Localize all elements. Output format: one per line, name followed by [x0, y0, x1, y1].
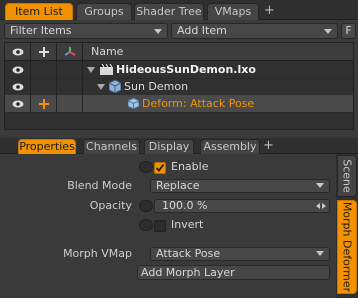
- morph-vmap-label: Morph VMap: [63, 247, 132, 260]
- list-item-label: HideousSunDemon.lxo: [116, 63, 256, 76]
- lock-toggle[interactable]: [31, 78, 57, 95]
- expand-arrow-icon[interactable]: [97, 84, 105, 90]
- invert-label: Invert: [171, 218, 204, 231]
- axes-column[interactable]: [57, 43, 83, 60]
- list-row[interactable]: Deform: Attack Pose: [5, 95, 353, 113]
- chevron-down-icon: [316, 183, 324, 188]
- morph-vmap-dropdown[interactable]: Attack Pose: [150, 247, 330, 261]
- add-item-label: Add Item: [177, 24, 227, 37]
- axes-cell: [57, 95, 83, 112]
- tab-display[interactable]: Display: [144, 139, 194, 154]
- list-item-label: Sun Demon: [124, 80, 189, 93]
- blend-mode-value: Replace: [156, 179, 200, 192]
- list-item-label: Deform: Attack Pose: [142, 97, 255, 110]
- filter-items-label: Filter Items: [10, 24, 72, 37]
- add-tab-button[interactable]: +: [263, 138, 274, 153]
- opacity-label: Opacity: [89, 199, 132, 212]
- tab-groups[interactable]: Groups: [76, 3, 132, 20]
- eye-icon: [12, 48, 23, 56]
- tab-assembly[interactable]: Assembly: [200, 139, 260, 154]
- blend-mode-label: Blend Mode: [67, 179, 132, 192]
- blend-mode-dropdown[interactable]: Replace: [150, 179, 330, 193]
- tab-properties[interactable]: Properties: [18, 139, 76, 154]
- top-tab-bar: Item List Groups Shader Tree VMaps +: [0, 0, 358, 20]
- enable-label: Enable: [171, 160, 209, 173]
- opacity-value: 100.0 %: [162, 199, 208, 212]
- tab-morph-deformer-label: Morph Deformer: [340, 201, 354, 293]
- add-item-dropdown[interactable]: Add Item: [171, 23, 338, 39]
- move-toggle[interactable]: [31, 95, 57, 112]
- axes-cell: [57, 61, 83, 78]
- lock-column[interactable]: [31, 43, 57, 60]
- axes-cell: [57, 78, 83, 95]
- list-row[interactable]: HideousSunDemon.lxo: [5, 61, 353, 79]
- lock-toggle[interactable]: [31, 61, 57, 78]
- visibility-toggle[interactable]: [5, 61, 31, 78]
- add-morph-layer-button[interactable]: Add Morph Layer: [137, 265, 330, 280]
- add-tab-button[interactable]: +: [264, 3, 275, 18]
- eye-icon: [12, 83, 23, 91]
- chevron-down-icon: [324, 29, 332, 34]
- morph-vmap-value: Attack Pose: [156, 247, 221, 260]
- list-header: Name: [5, 43, 353, 61]
- visibility-toggle[interactable]: [5, 78, 31, 95]
- visibility-toggle[interactable]: [5, 95, 31, 112]
- mesh-icon: [109, 80, 121, 93]
- item-list-toolbar: Filter Items Add Item F: [0, 20, 358, 42]
- axes-icon: [63, 47, 76, 56]
- clapperboard-icon: [100, 64, 113, 75]
- enable-checkbox[interactable]: [154, 162, 166, 174]
- chevron-down-icon: [316, 251, 324, 256]
- visibility-column[interactable]: [5, 43, 31, 60]
- properties-tab-bar: Properties Channels Display Assembly +: [0, 138, 358, 154]
- morph-deformer-icon: [128, 98, 139, 109]
- eye-icon: [12, 100, 23, 108]
- filter-button[interactable]: F: [341, 23, 356, 39]
- opacity-field[interactable]: 100.0 %: [154, 199, 330, 213]
- move-tool-icon: [38, 99, 49, 109]
- filter-items-dropdown[interactable]: Filter Items: [4, 23, 168, 39]
- item-list: Name HideousSunDemon.lxo Sun Demon Defor…: [4, 42, 354, 130]
- eye-icon: [12, 66, 23, 74]
- list-row[interactable]: Sun Demon: [5, 78, 353, 96]
- chevron-down-icon: [154, 29, 162, 34]
- name-column-header[interactable]: Name: [91, 43, 123, 60]
- move-tool-icon: [38, 47, 49, 57]
- properties-panel: Enable Blend Mode Replace Opacity 100.0 …: [0, 154, 336, 298]
- invert-checkbox[interactable]: [154, 220, 166, 232]
- tab-scene-label: Scene: [340, 159, 354, 193]
- opacity-pill[interactable]: [139, 200, 153, 212]
- tab-channels[interactable]: Channels: [83, 139, 140, 154]
- checkmark-icon: [155, 163, 165, 172]
- enable-pill[interactable]: [139, 161, 153, 173]
- tab-item-list[interactable]: Item List: [5, 3, 73, 20]
- expand-arrow-icon[interactable]: [87, 67, 95, 73]
- invert-pill[interactable]: [139, 219, 153, 231]
- slider-arrows-icon[interactable]: [315, 201, 327, 211]
- tab-vmaps[interactable]: VMaps: [207, 3, 259, 20]
- tab-morph-deformer[interactable]: Morph Deformer: [337, 200, 357, 294]
- tab-scene[interactable]: Scene: [337, 155, 357, 197]
- tab-shader-tree[interactable]: Shader Tree: [134, 3, 204, 20]
